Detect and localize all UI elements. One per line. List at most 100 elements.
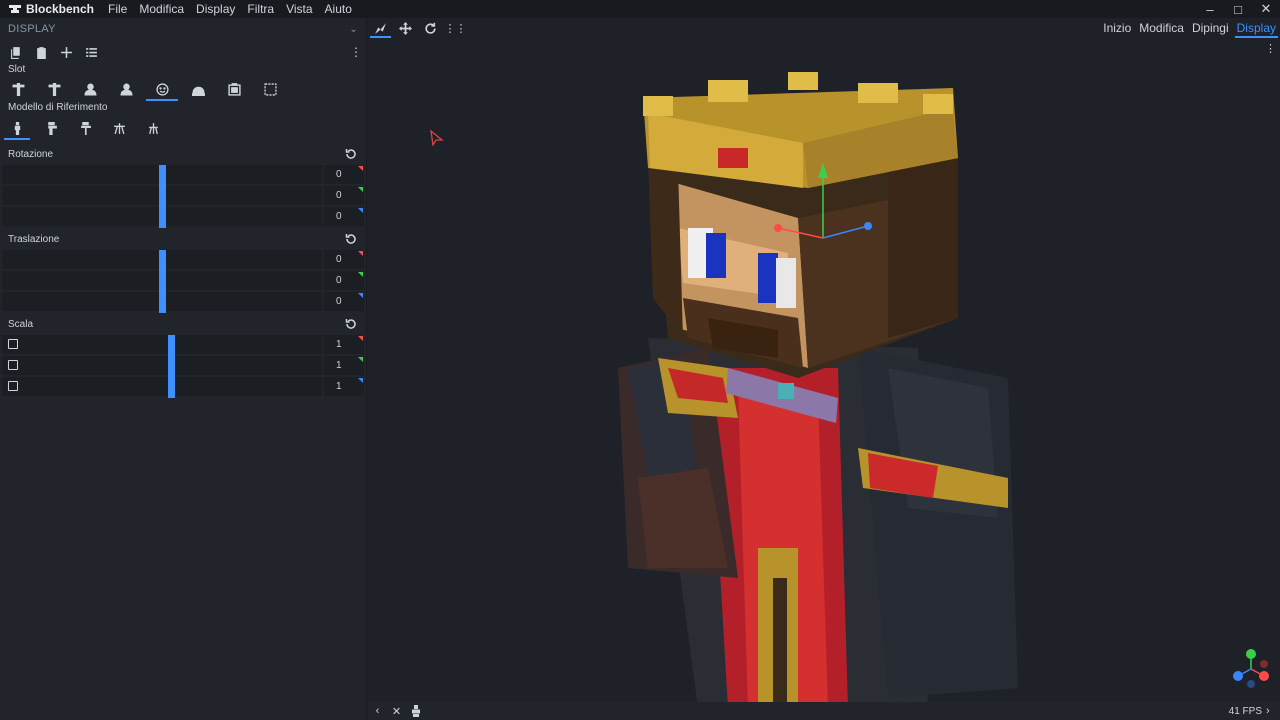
paste-icon (37, 46, 46, 59)
slot-selector (0, 76, 366, 102)
slot-firstperson-right[interactable] (72, 76, 108, 102)
scale-x-row: 1 (0, 334, 366, 356)
scale-y-slider[interactable] (2, 356, 322, 377)
pivot-tool[interactable] (368, 18, 393, 38)
slot-label: Slot (8, 64, 26, 75)
scale-z-mirror-checkbox[interactable] (8, 381, 18, 391)
rotation-x-slider[interactable] (2, 165, 322, 186)
pivot-icon (375, 22, 386, 34)
slot-thirdperson-right[interactable] (0, 76, 36, 102)
reference-baby[interactable] (102, 114, 136, 142)
slot-ground[interactable] (180, 76, 216, 102)
reset-scale-icon[interactable] (344, 317, 358, 331)
rotation-x-slider-handle[interactable] (158, 165, 166, 186)
panel-header[interactable]: DISPLAY ⌄ (0, 18, 366, 40)
scale-x-mirror-checkbox[interactable] (8, 339, 18, 349)
title-bar: Blockbench File Modifica Display Filtra … (0, 0, 1280, 18)
viewport-options-icon[interactable]: ⋮ (1265, 42, 1276, 55)
axis-z-marker (358, 208, 363, 213)
translation-x-slider[interactable] (2, 250, 322, 271)
rotation-y-slider-handle[interactable] (158, 186, 166, 207)
minimize-icon[interactable]: – (1196, 0, 1224, 18)
reset-rotation-icon[interactable] (344, 147, 358, 161)
reference-player[interactable] (0, 114, 34, 142)
maximize-icon[interactable]: □ (1224, 0, 1252, 18)
slot-head[interactable] (144, 76, 180, 102)
toolbar-more-button[interactable]: ⋮⋮ (443, 18, 468, 38)
anvil-icon (9, 5, 21, 13)
armor-stand-small-icon (148, 122, 158, 134)
axis-z-marker (358, 378, 363, 383)
collapse-right-icon[interactable]: › (1266, 705, 1280, 717)
mode-tab-dipingi[interactable]: Dipingi (1188, 18, 1233, 38)
rotation-label: Rotazione (8, 148, 54, 160)
menu-filtra[interactable]: Filtra (241, 2, 280, 16)
preview-viewport[interactable]: ⋮⋮ Inizio Modifica Dipingi Display ⋮ (368, 18, 1280, 702)
scale-z-slider-handle[interactable] (168, 377, 176, 398)
copy-icon (11, 46, 20, 59)
mode-tab-modifica[interactable]: Modifica (1135, 18, 1188, 38)
more-options-icon[interactable]: ⋮ (350, 45, 362, 59)
list-icon (86, 47, 97, 57)
translation-header: Traslazione (0, 229, 366, 249)
copy-button[interactable] (4, 41, 29, 63)
chevron-down-icon[interactable]: ⌄ (349, 24, 358, 35)
firstperson-left-icon (120, 83, 132, 95)
translation-z-slider[interactable] (2, 292, 322, 313)
orientation-gizmo[interactable] (1228, 646, 1274, 692)
reset-translation-icon[interactable] (344, 232, 358, 246)
axis-x-marker (358, 166, 363, 171)
thirdperson-right-icon (12, 82, 24, 96)
translation-x-slider-handle[interactable] (158, 250, 166, 271)
translation-y-slider-handle[interactable] (158, 271, 166, 292)
reference-armor-stand-small[interactable] (136, 114, 170, 142)
menu-file[interactable]: File (102, 2, 133, 16)
zombie-icon (47, 121, 57, 135)
scale-z-slider[interactable] (2, 377, 322, 398)
player-icon (14, 121, 20, 135)
scale-y-slider-handle[interactable] (168, 356, 176, 377)
menu-display[interactable]: Display (190, 2, 241, 16)
head-icon (155, 82, 169, 96)
collapse-left-icon[interactable]: ‹ (368, 702, 387, 720)
mode-tab-inizio[interactable]: Inizio (1099, 18, 1135, 38)
menu-aiuto[interactable]: Aiuto (319, 2, 358, 16)
translation-z-slider-handle[interactable] (158, 292, 166, 313)
reference-zombie[interactable] (34, 114, 68, 142)
translation-y-row: 0 (0, 270, 366, 292)
mode-tab-display[interactable]: Display (1233, 18, 1280, 38)
slot-fixed[interactable] (216, 76, 252, 102)
rotate-tool[interactable] (418, 18, 443, 38)
scale-x-slider-handle[interactable] (168, 335, 176, 356)
mouse-cursor-icon (430, 130, 444, 146)
player-model-icon[interactable] (406, 702, 425, 720)
close-icon[interactable]: ✕ (1252, 0, 1280, 18)
move-icon (399, 21, 412, 35)
axis-x-marker (358, 251, 363, 256)
rotation-z-slider[interactable] (2, 207, 322, 228)
scale-y-mirror-checkbox[interactable] (8, 360, 18, 370)
reference-armor-stand[interactable] (68, 114, 102, 142)
slot-firstperson-left[interactable] (108, 76, 144, 102)
rotation-y-slider[interactable] (2, 186, 322, 207)
model-preview (618, 72, 1018, 702)
gui-icon (263, 82, 277, 96)
scale-y-row: 1 (0, 355, 366, 377)
panel-toolbar: ⋮ (0, 40, 366, 64)
rotation-z-slider-handle[interactable] (158, 207, 166, 228)
mode-selector: Inizio Modifica Dipingi Display (1099, 18, 1280, 38)
rotation-z-row: 0 (0, 206, 366, 228)
add-button[interactable] (54, 41, 79, 63)
move-tool[interactable] (393, 18, 418, 38)
menu-vista[interactable]: Vista (280, 2, 318, 16)
scale-label: Scala (8, 318, 34, 330)
close-preview-icon[interactable]: ✕ (387, 702, 406, 720)
paste-button[interactable] (29, 41, 54, 63)
menu-modifica[interactable]: Modifica (133, 2, 190, 16)
slot-thirdperson-left[interactable] (36, 76, 72, 102)
slot-gui[interactable] (252, 76, 288, 102)
translation-y-slider[interactable] (2, 271, 322, 292)
presets-button[interactable] (79, 41, 104, 63)
scale-x-slider[interactable] (2, 335, 322, 356)
ground-icon (191, 86, 205, 96)
